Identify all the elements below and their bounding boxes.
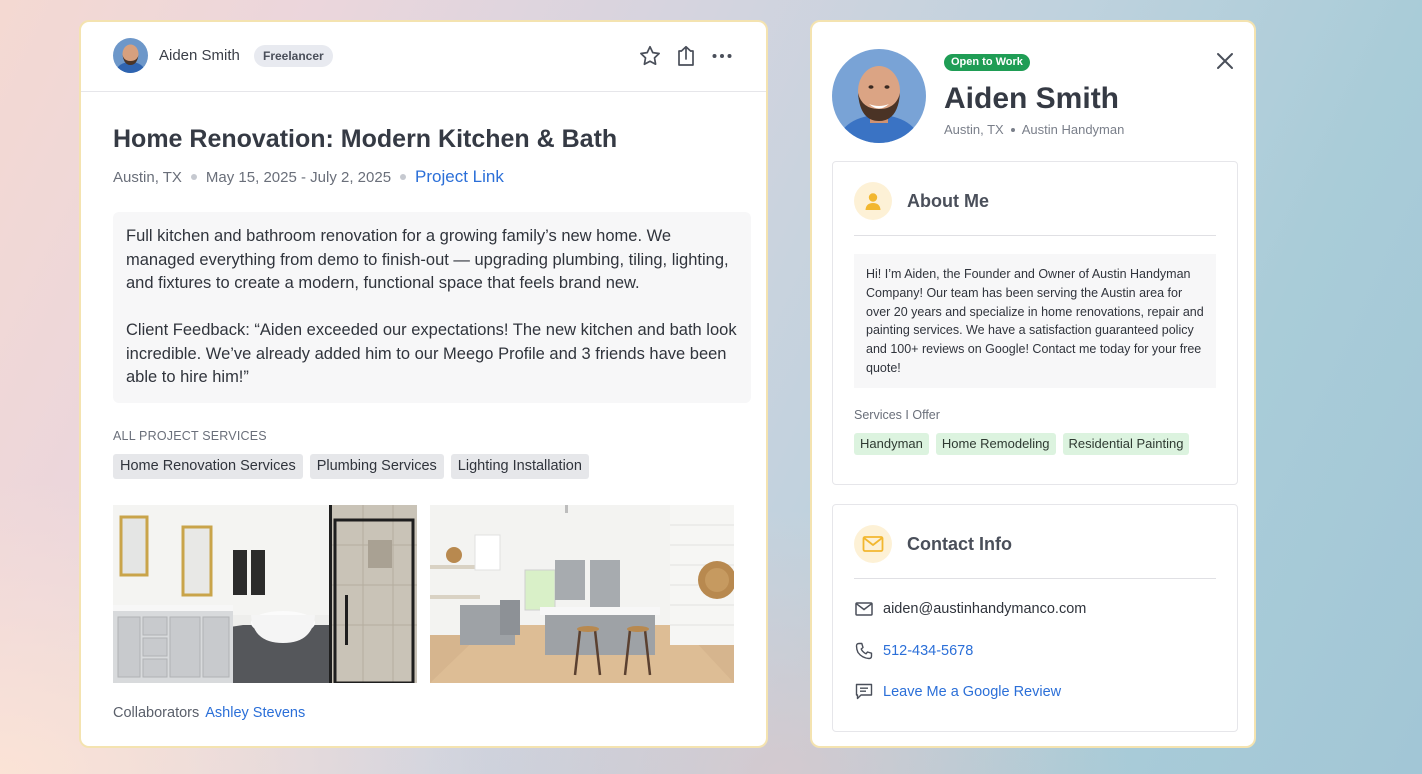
collaborators: Collaborators Ashley Stevens bbox=[113, 705, 305, 721]
services-offer-label: Services I Offer bbox=[854, 408, 940, 422]
author-avatar[interactable] bbox=[113, 38, 148, 73]
separator-dot bbox=[1010, 127, 1015, 132]
contact-title: Contact Info bbox=[907, 534, 1012, 554]
service-tag[interactable]: Lighting Installation bbox=[450, 454, 589, 479]
more-icon[interactable] bbox=[710, 44, 734, 68]
offered-services: Handyman Home Remodeling Residential Pai… bbox=[854, 433, 1190, 455]
open-to-work-badge: Open to Work bbox=[944, 54, 1030, 71]
collaborator-link[interactable]: Ashley Stevens bbox=[205, 705, 305, 721]
project-link[interactable]: Project Link bbox=[415, 167, 504, 187]
divider bbox=[854, 578, 1216, 579]
offered-service-tag[interactable]: Handyman bbox=[854, 433, 929, 455]
profile-company: Austin Handyman bbox=[1021, 122, 1125, 137]
bathroom-photo[interactable] bbox=[113, 505, 417, 683]
phone-link[interactable]: 512-434-5678 bbox=[883, 643, 973, 659]
phone-row: 512-434-5678 bbox=[855, 642, 973, 660]
offered-service-tag[interactable]: Home Remodeling bbox=[935, 433, 1056, 455]
envelope-icon bbox=[854, 525, 892, 563]
project-location: Austin, TX bbox=[113, 168, 182, 186]
separator-dot bbox=[400, 174, 407, 180]
star-icon[interactable] bbox=[638, 44, 662, 68]
service-tag[interactable]: Plumbing Services bbox=[309, 454, 444, 479]
share-icon[interactable] bbox=[674, 44, 698, 68]
profile-location: Austin, TX bbox=[944, 122, 1004, 137]
contact-section: Contact Info aiden@austinhandymanco.com … bbox=[832, 504, 1238, 732]
project-card: Aiden Smith Freelancer Home Renovation: … bbox=[79, 20, 768, 748]
profile-card: Open to Work Aiden Smith Austin, TX Aust… bbox=[810, 20, 1256, 748]
review-row: Leave Me a Google Review bbox=[855, 683, 1061, 700]
email-address[interactable]: aiden@austinhandymanco.com bbox=[883, 601, 1086, 617]
profile-avatar bbox=[832, 49, 926, 143]
collaborators-label: Collaborators bbox=[113, 705, 200, 721]
freelancer-badge: Freelancer bbox=[254, 45, 333, 67]
project-title: Home Renovation: Modern Kitchen & Bath bbox=[113, 125, 618, 153]
email-row: aiden@austinhandymanco.com bbox=[855, 601, 1086, 617]
mail-icon bbox=[855, 602, 873, 616]
services-heading: ALL PROJECT SERVICES bbox=[113, 429, 267, 443]
author-name[interactable]: Aiden Smith bbox=[159, 47, 240, 64]
separator-dot bbox=[190, 174, 197, 180]
divider bbox=[854, 235, 1216, 236]
service-tag[interactable]: Home Renovation Services bbox=[113, 454, 303, 479]
description-paragraph: Full kitchen and bathroom renovation for… bbox=[126, 227, 729, 292]
google-review-link[interactable]: Leave Me a Google Review bbox=[883, 684, 1061, 700]
user-icon bbox=[854, 182, 892, 220]
about-title: About Me bbox=[907, 191, 989, 211]
close-icon[interactable] bbox=[1214, 50, 1236, 72]
project-services: Home Renovation Services Plumbing Servic… bbox=[113, 454, 589, 479]
project-header: Aiden Smith Freelancer bbox=[81, 22, 766, 92]
about-text: Hi! I’m Aiden, the Founder and Owner of … bbox=[854, 254, 1216, 388]
comment-icon bbox=[855, 683, 873, 700]
about-section: About Me Hi! I’m Aiden, the Founder and … bbox=[832, 161, 1238, 485]
profile-name: Aiden Smith bbox=[944, 82, 1120, 115]
project-dates: May 15, 2025 - July 2, 2025 bbox=[205, 168, 392, 186]
phone-icon bbox=[855, 642, 873, 660]
offered-service-tag[interactable]: Residential Painting bbox=[1062, 433, 1190, 455]
project-description: Full kitchen and bathroom renovation for… bbox=[113, 212, 751, 403]
profile-meta: Austin, TX Austin Handyman bbox=[944, 122, 1124, 137]
kitchen-photo[interactable] bbox=[430, 505, 734, 683]
project-meta: Austin, TX May 15, 2025 - July 2, 2025 P… bbox=[113, 167, 504, 187]
client-feedback: Client Feedback: “Aiden exceeded our exp… bbox=[126, 321, 737, 386]
